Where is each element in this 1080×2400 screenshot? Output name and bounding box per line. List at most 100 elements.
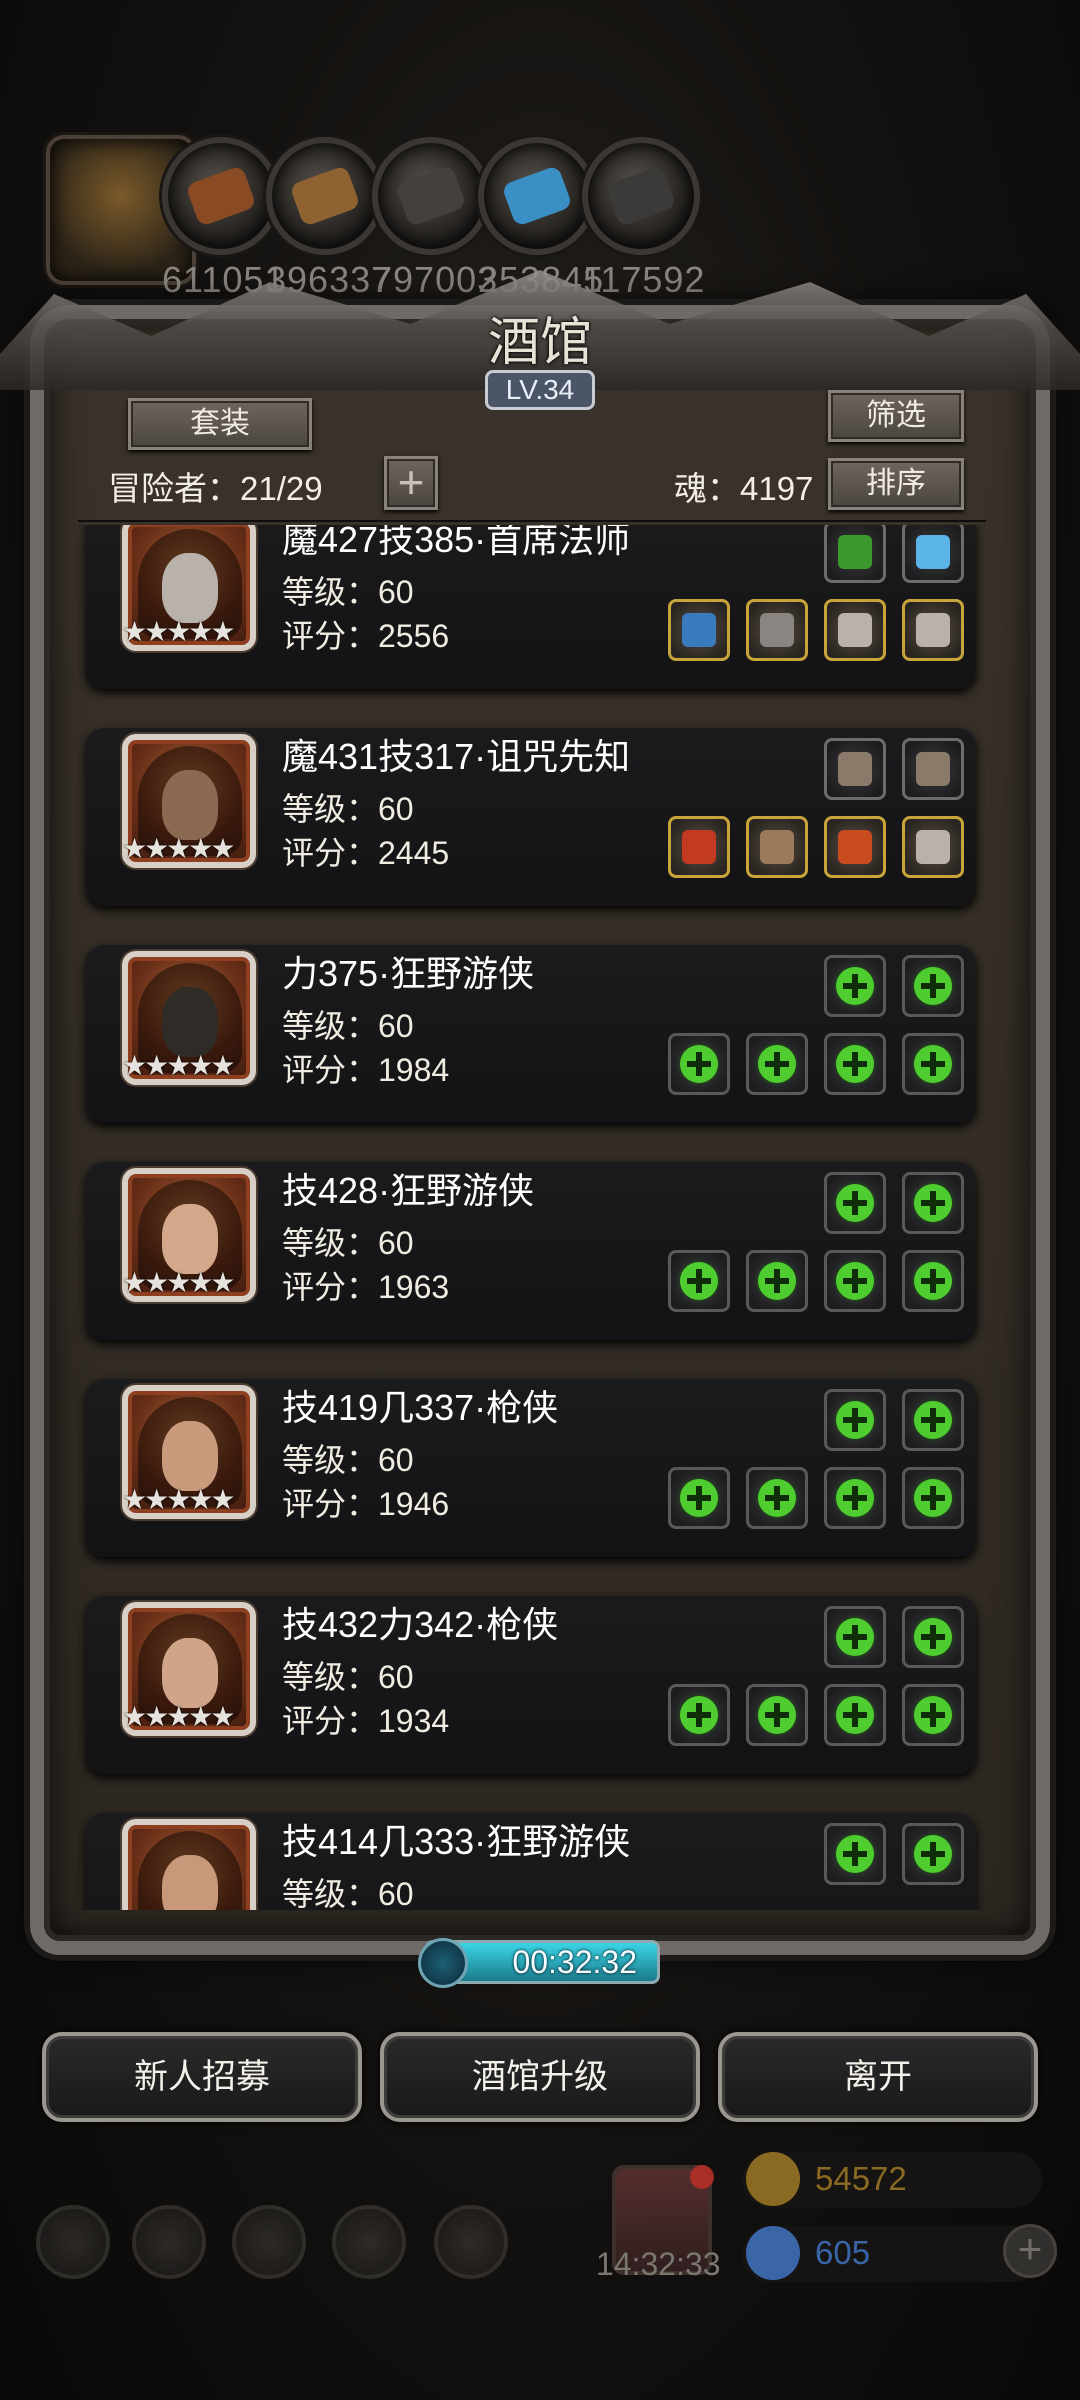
helmet-icon[interactable] xyxy=(746,599,808,661)
empty-equipment-slot[interactable] xyxy=(824,955,886,1017)
resource-value: 117592 xyxy=(582,259,706,300)
plus-icon xyxy=(836,1479,874,1517)
resource-item: 396337 xyxy=(266,137,391,300)
empty-equipment-slot[interactable] xyxy=(746,1467,808,1529)
wood-icon xyxy=(266,137,384,255)
empty-equipment-slot[interactable] xyxy=(902,1033,964,1095)
plus-icon xyxy=(680,1479,718,1517)
plus-icon xyxy=(680,1696,718,1734)
rune-icon[interactable] xyxy=(824,599,886,661)
hero-card[interactable]: ★★★★★ 技428·狂野游侠 等级：60 评分：1963 xyxy=(86,1162,976,1340)
adventurer-count: 冒险者：21/29 xyxy=(108,470,323,507)
star-rating: ★★★★★ xyxy=(122,833,236,864)
plus-icon xyxy=(836,1696,874,1734)
empty-equipment-slot[interactable] xyxy=(746,1033,808,1095)
crystal-icon xyxy=(478,137,596,255)
star-rating: ★★★★★ xyxy=(122,616,236,647)
banner-icon[interactable] xyxy=(232,2205,306,2279)
hero-name: 技414几333·狂野游侠 xyxy=(282,1821,631,1862)
ring-icon[interactable] xyxy=(824,816,886,878)
plus-icon xyxy=(914,1696,952,1734)
shield-icon[interactable] xyxy=(434,2205,508,2279)
gold-icon xyxy=(746,2152,800,2206)
hero-score: 评分：1934 xyxy=(282,1703,450,1739)
star-rating: ★★★★★ xyxy=(122,1267,236,1298)
hero-level: 等级：60 xyxy=(282,574,414,610)
empty-equipment-slot[interactable] xyxy=(824,1823,886,1885)
empty-equipment-slot[interactable] xyxy=(668,1033,730,1095)
mail-icon[interactable] xyxy=(332,2205,406,2279)
hero-level: 等级：60 xyxy=(282,1876,414,1910)
empty-equipment-slot[interactable] xyxy=(824,1389,886,1451)
empty-equipment-slot[interactable] xyxy=(902,1606,964,1668)
plus-icon xyxy=(758,1696,796,1734)
empty-equipment-slot[interactable] xyxy=(824,1033,886,1095)
empty-equipment-slot[interactable] xyxy=(824,1684,886,1746)
hero-card[interactable]: ★★★★★ 魔431技317·诅咒先知 等级：60 评分：2445 xyxy=(86,728,976,906)
filter-button[interactable]: 筛选 xyxy=(828,390,964,442)
empty-equipment-slot[interactable] xyxy=(902,1467,964,1529)
empty-equipment-slot[interactable] xyxy=(902,1823,964,1885)
hero-score: 评分：1946 xyxy=(282,1486,450,1522)
empty-equipment-slot[interactable] xyxy=(668,1467,730,1529)
add-capacity-button[interactable]: + xyxy=(384,456,438,510)
leather-icon xyxy=(162,137,280,255)
plus-icon xyxy=(836,1262,874,1300)
bracer-icon[interactable] xyxy=(902,738,964,800)
resource-value: 797003 xyxy=(372,259,499,300)
empty-equipment-slot[interactable] xyxy=(824,1467,886,1529)
hero-level: 等级：60 xyxy=(282,1442,414,1478)
plus-icon xyxy=(836,1401,874,1439)
hero-name: 技428·狂野游侠 xyxy=(282,1170,535,1211)
rune-icon[interactable] xyxy=(902,599,964,661)
staff-icon[interactable] xyxy=(668,599,730,661)
resource-item: 797003 xyxy=(372,137,497,300)
plus-icon xyxy=(680,1262,718,1300)
plus-icon xyxy=(758,1045,796,1083)
hero-portrait xyxy=(122,1819,256,1910)
hero-list[interactable]: ★★★★★ 魔427技385·首席法师 等级：60 评分：2556 ★★★★★ 魔431技… xyxy=(76,525,986,1910)
hero-level: 等级：60 xyxy=(282,1659,414,1695)
empty-equipment-slot[interactable] xyxy=(746,1250,808,1312)
rune-icon[interactable] xyxy=(902,816,964,878)
hero-name: 魔427技385·首席法师 xyxy=(282,525,631,560)
star-icon[interactable] xyxy=(132,2205,206,2279)
empty-equipment-slot[interactable] xyxy=(824,1172,886,1234)
set-button[interactable]: 套装 xyxy=(128,398,312,450)
add-currency-button[interactable]: + xyxy=(1003,2224,1057,2278)
hero-card[interactable]: ★★★★★ 力375·狂野游侠 等级：60 评分：1984 xyxy=(86,945,976,1123)
settings-icon[interactable] xyxy=(36,2205,110,2279)
armor-icon[interactable] xyxy=(746,816,808,878)
hero-score: 评分：2445 xyxy=(282,835,450,871)
green-book-icon[interactable] xyxy=(824,525,886,583)
upgrade-tavern-button[interactable]: 酒馆升级 xyxy=(380,2032,700,2122)
empty-equipment-slot[interactable] xyxy=(902,1172,964,1234)
hero-card[interactable]: ★★★★★ 技432力342·枪侠 等级：60 评分：1934 xyxy=(86,1596,976,1774)
hero-card[interactable]: ★★★★★ 技419几337·枪侠 等级：60 评分：1946 xyxy=(86,1379,976,1557)
empty-equipment-slot[interactable] xyxy=(746,1684,808,1746)
bracer-icon[interactable] xyxy=(824,738,886,800)
leave-button[interactable]: 离开 xyxy=(718,2032,1038,2122)
hero-card[interactable]: 技414几333·狂野游侠等级：60 xyxy=(86,1813,976,1910)
sort-button[interactable]: 排序 xyxy=(828,458,964,510)
empty-equipment-slot[interactable] xyxy=(902,955,964,1017)
plus-icon xyxy=(758,1262,796,1300)
plus-icon xyxy=(836,1835,874,1873)
empty-equipment-slot[interactable] xyxy=(902,1250,964,1312)
empty-equipment-slot[interactable] xyxy=(902,1389,964,1451)
hero-card[interactable]: ★★★★★ 魔427技385·首席法师 等级：60 评分：2556 xyxy=(86,525,976,689)
wand-icon[interactable] xyxy=(668,816,730,878)
hero-level: 等级：60 xyxy=(282,1225,414,1261)
gem-icon xyxy=(746,2226,800,2280)
blue-crystal-icon[interactable] xyxy=(902,525,964,583)
empty-equipment-slot[interactable] xyxy=(668,1684,730,1746)
notification-dot xyxy=(690,2165,714,2189)
hero-name: 魔431技317·诅咒先知 xyxy=(282,736,631,777)
empty-equipment-slot[interactable] xyxy=(824,1606,886,1668)
empty-equipment-slot[interactable] xyxy=(824,1250,886,1312)
empty-equipment-slot[interactable] xyxy=(902,1684,964,1746)
recruit-button[interactable]: 新人招募 xyxy=(42,2032,362,2122)
plus-icon xyxy=(836,1045,874,1083)
empty-equipment-slot[interactable] xyxy=(668,1250,730,1312)
gold-value: 54572 xyxy=(815,2160,907,2197)
